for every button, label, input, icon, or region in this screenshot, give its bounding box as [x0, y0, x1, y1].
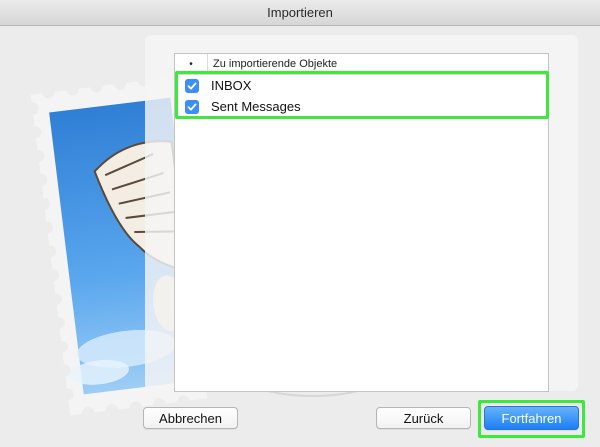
window-title: Importieren [267, 5, 333, 20]
cancel-button[interactable]: Abbrechen [143, 407, 238, 429]
window-titlebar[interactable]: Importieren [0, 0, 600, 26]
highlight-rows-box [175, 71, 549, 119]
back-button[interactable]: Zurück [376, 407, 471, 429]
highlight-continue-box [478, 400, 585, 438]
header-label[interactable]: Zu importierende Objekte [208, 58, 337, 70]
